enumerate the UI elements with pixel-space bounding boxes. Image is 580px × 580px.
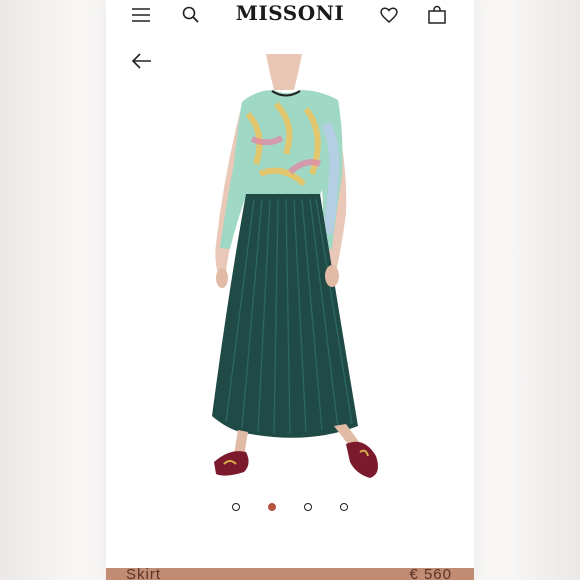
back-arrow-icon[interactable]	[130, 50, 154, 72]
gallery-pagination	[106, 503, 474, 513]
heart-icon[interactable]	[378, 4, 400, 26]
product-price: € 560	[409, 568, 452, 580]
gallery-dot[interactable]	[232, 503, 240, 511]
product-image[interactable]	[186, 54, 406, 494]
gallery-dot[interactable]	[340, 503, 348, 511]
brand-logo[interactable]: MISSONI	[106, 1, 474, 25]
gallery-dot-active[interactable]	[268, 503, 276, 511]
product-page: MISSONI Skirt € 560	[106, 0, 474, 580]
top-navigation: MISSONI	[106, 0, 474, 30]
bag-icon[interactable]	[426, 4, 448, 26]
gallery-dot[interactable]	[304, 503, 312, 511]
product-name: Skirt	[126, 568, 161, 580]
product-info-bar[interactable]: Skirt € 560	[106, 568, 474, 580]
